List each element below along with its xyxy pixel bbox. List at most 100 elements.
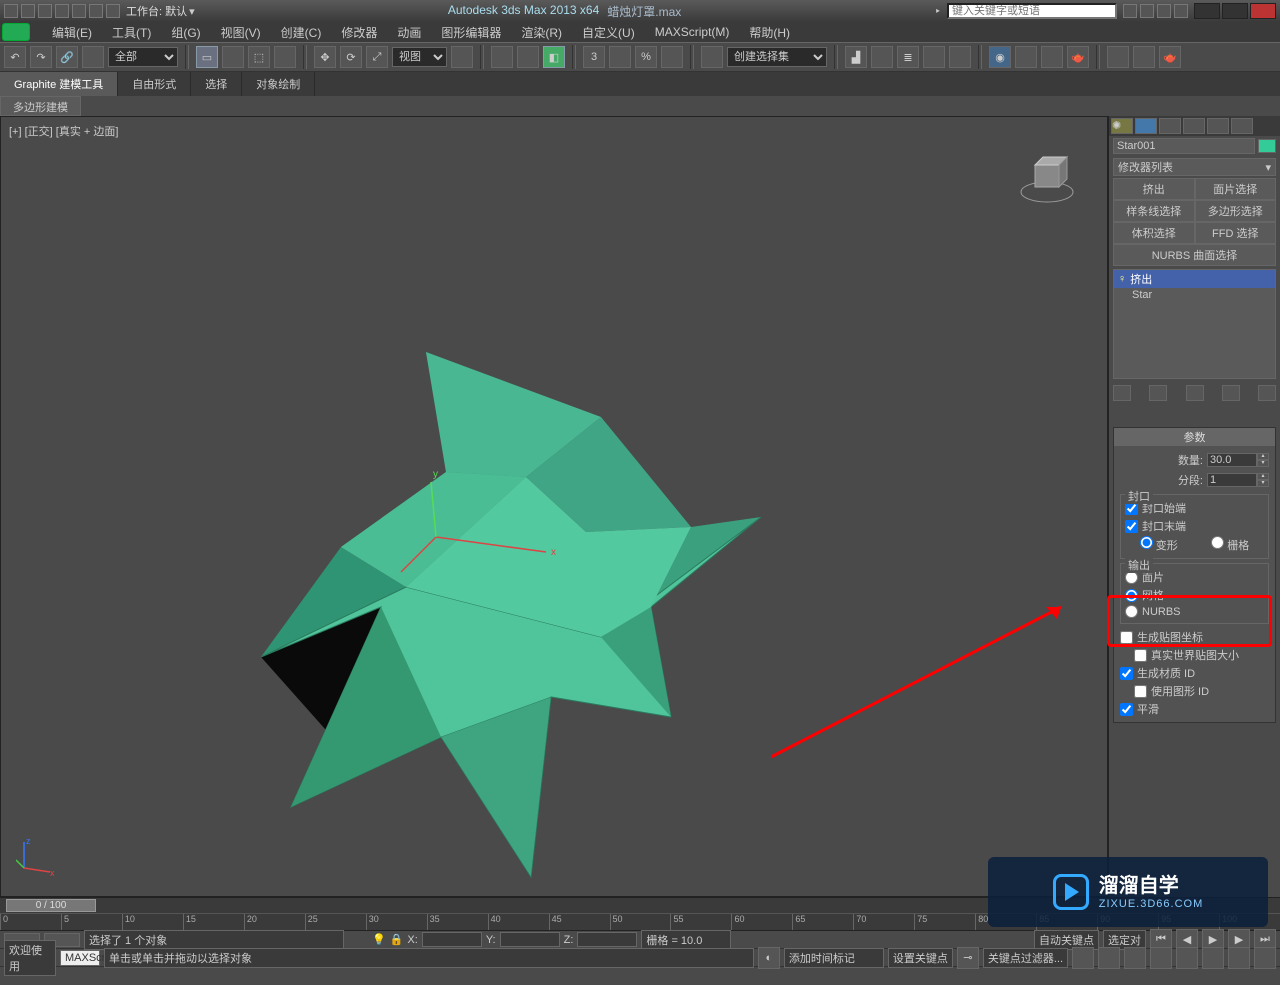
qat-icon[interactable] [55,4,69,18]
extra-button[interactable] [1107,46,1129,68]
nav-icon[interactable] [1202,947,1224,969]
amount-spinner[interactable]: ▴▾ [1207,453,1269,467]
configure-icon[interactable] [1258,385,1276,401]
time-tick[interactable]: 35 [427,914,488,931]
link-button[interactable]: 🔗 [56,46,78,68]
render-button[interactable]: 🫖 [1067,46,1089,68]
qat-icon[interactable] [89,4,103,18]
redo-button[interactable]: ↷ [30,46,52,68]
morph-radio[interactable] [1140,536,1153,549]
search-input[interactable] [947,3,1117,19]
rollout-header[interactable]: 参数 [1114,428,1275,446]
motion-tab-icon[interactable] [1183,118,1205,134]
lightbulb-icon[interactable]: ♀ [1118,273,1126,285]
viewport-label[interactable]: [+] [正交] [真实 + 边面] [9,123,118,139]
qat-icon[interactable] [38,4,52,18]
select-region-button[interactable]: ⬚ [248,46,270,68]
display-tab-icon[interactable] [1207,118,1229,134]
create-tab-icon[interactable]: ✺ [1111,118,1133,134]
stack-item-base[interactable]: Star [1114,288,1275,302]
realworld-checkbox[interactable] [1134,649,1147,662]
rotate-button[interactable]: ⟳ [340,46,362,68]
edit-named-sel-button[interactable] [701,46,723,68]
spin-down-icon[interactable]: ▾ [1257,460,1269,467]
time-tick[interactable]: 45 [549,914,610,931]
quick-access-toolbar[interactable] [4,4,120,18]
time-tick[interactable]: 55 [670,914,731,931]
y-field[interactable] [500,932,560,947]
spinner-snap-button[interactable] [661,46,683,68]
view-cube[interactable] [1017,147,1077,207]
maxscript-mini[interactable]: MAXScr [60,950,100,966]
star-object[interactable]: x y [231,317,791,917]
time-tick[interactable]: 0 [0,914,61,931]
mesh-radio[interactable] [1125,589,1138,602]
object-color-swatch[interactable] [1258,139,1276,153]
extra-button[interactable]: 🫖 [1159,46,1181,68]
nav-icon[interactable] [1098,947,1120,969]
selection-filter[interactable]: 全部 [108,47,178,67]
key-mode-icon[interactable]: ⊸ [957,947,979,969]
scale-button[interactable]: ⤢ [366,46,388,68]
menu-tools[interactable]: 工具(T) [102,22,161,43]
time-slider-thumb[interactable]: 0 / 100 [6,899,96,912]
keyboard-shortcut-button[interactable] [517,46,539,68]
angle-snap-button[interactable] [609,46,631,68]
viewport[interactable]: [+] [正交] [真实 + 边面] x [0,116,1108,897]
time-tick[interactable]: 40 [488,914,549,931]
menu-rendering[interactable]: 渲染(R) [511,22,572,43]
lock-icon[interactable]: 💡 [372,933,386,946]
star-icon[interactable] [1157,4,1171,18]
time-tick[interactable]: 20 [244,914,305,931]
smooth-checkbox[interactable] [1120,703,1133,716]
select-name-button[interactable] [222,46,244,68]
render-frame-button[interactable] [1041,46,1063,68]
menu-group[interactable]: 组(G) [161,22,210,43]
ribbon-tab-paint[interactable]: 对象绘制 [242,72,315,96]
material-editor-button[interactable]: ◉ [989,46,1011,68]
align-button[interactable] [871,46,893,68]
ribbon-tab-graphite[interactable]: Graphite 建模工具 [0,72,118,96]
stack-item-extrude[interactable]: ♀挤出 [1114,270,1275,288]
spin-up-icon[interactable]: ▴ [1257,473,1269,480]
spin-up-icon[interactable]: ▴ [1257,453,1269,460]
time-tick[interactable]: 75 [914,914,975,931]
btn-ffdsel[interactable]: FFD 选择 [1195,222,1277,244]
btn-volsel[interactable]: 体积选择 [1113,222,1195,244]
x-field[interactable] [422,932,482,947]
time-tick[interactable]: 5 [61,914,122,931]
btn-extrude[interactable]: 挤出 [1113,178,1195,200]
time-tick[interactable]: 65 [792,914,853,931]
genmap-checkbox[interactable] [1120,631,1133,644]
mirror-button[interactable]: ▟ [845,46,867,68]
spin-down-icon[interactable]: ▾ [1257,480,1269,487]
keyfilter-button[interactable]: 关键点过滤器... [983,948,1068,968]
window-crossing-button[interactable] [274,46,296,68]
remove-mod-icon[interactable] [1222,385,1240,401]
object-name-field[interactable]: Star001 [1113,138,1255,154]
workspace-selector[interactable]: 工作台: 默认 ▾ [126,3,195,19]
modifier-list-dropdown[interactable]: 修改器列表 ▾ [1113,158,1276,176]
nav-icon[interactable] [1150,947,1172,969]
maximize-button[interactable] [1222,3,1248,19]
modify-tab-icon[interactable] [1135,118,1157,134]
help-icon[interactable] [1174,4,1188,18]
infocenter-icons[interactable] [1123,4,1188,18]
nurbs-radio[interactable] [1125,605,1138,618]
btn-splinesel[interactable]: 样条线选择 [1113,200,1195,222]
qat-icon[interactable] [4,4,18,18]
nav-icon[interactable] [1228,947,1250,969]
menu-customize[interactable]: 自定义(U) [572,22,645,43]
btn-patchsel[interactable]: 面片选择 [1195,178,1277,200]
render-setup-button[interactable] [1015,46,1037,68]
undo-button[interactable]: ↶ [4,46,26,68]
btn-polysel[interactable]: 多边形选择 [1195,200,1277,222]
time-tick[interactable]: 70 [853,914,914,931]
time-tick[interactable]: 50 [610,914,671,931]
show-result-icon[interactable] [1149,385,1167,401]
app-menu-button[interactable] [2,23,30,41]
extra-button[interactable] [1133,46,1155,68]
add-time-tag[interactable]: 添加时间标记 [784,948,884,968]
qat-icon[interactable] [21,4,35,18]
menu-maxscript[interactable]: MAXScript(M) [645,23,740,41]
